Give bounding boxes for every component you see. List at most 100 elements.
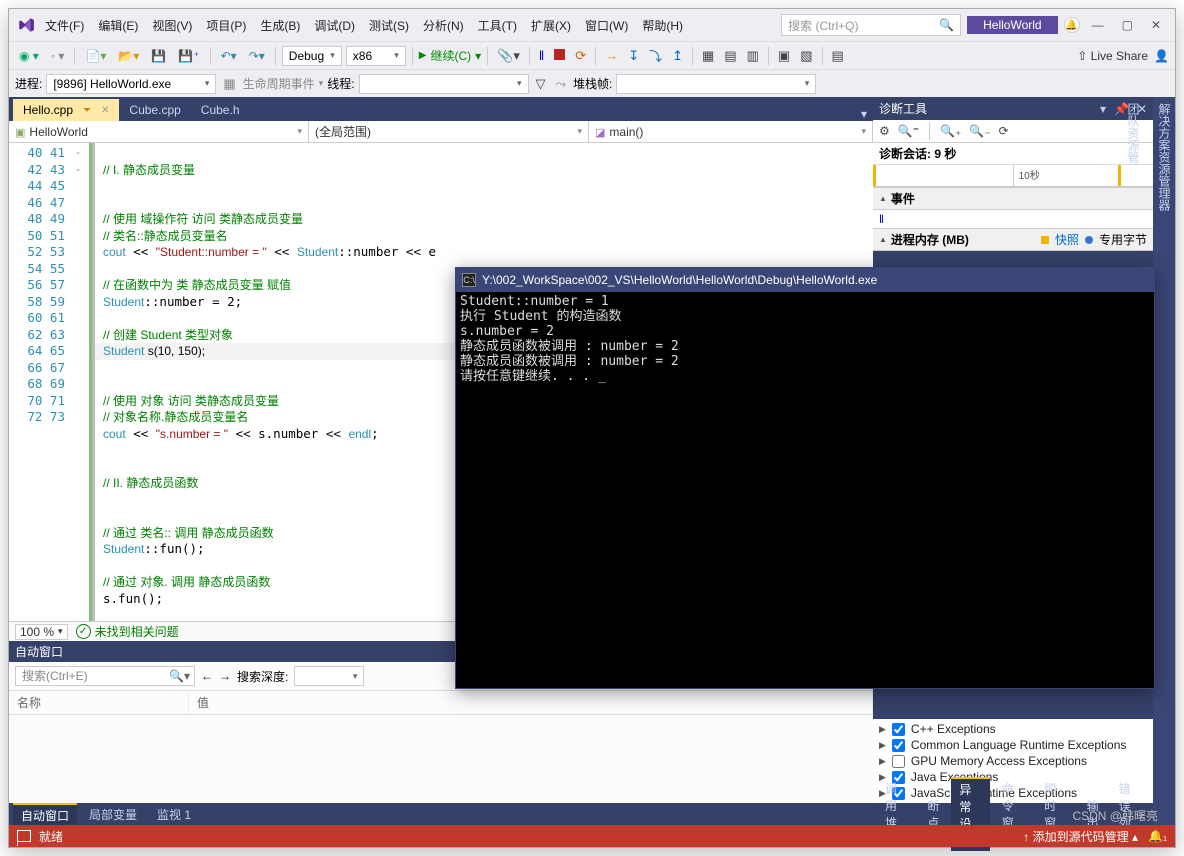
nav-back-icon[interactable]: ◉ ▾ [15, 47, 43, 65]
diag-timeline[interactable]: 10秒 [873, 165, 1153, 187]
menu-test[interactable]: 测试(S) [365, 15, 413, 36]
exception-item[interactable]: ▶GPU Memory Access Exceptions [873, 753, 1153, 769]
navigation-bar: ▣HelloWorld▾ (全局范围)▾ ◪main()▾ [9, 121, 873, 143]
save-all-icon[interactable]: 💾⁺ [174, 47, 203, 65]
menu-window[interactable]: 窗口(W) [581, 15, 632, 36]
win4-icon[interactable]: ▣ [775, 48, 793, 64]
exception-item[interactable]: ▶C++ Exceptions [873, 721, 1153, 737]
tab-cube-h[interactable]: Cube.h [191, 99, 250, 121]
tab-locals[interactable]: 局部变量 [81, 804, 145, 825]
title-bar: 文件(F) 编辑(E) 视图(V) 项目(P) 生成(B) 调试(D) 测试(S… [9, 9, 1175, 41]
live-share-button[interactable]: ⇧ Live Share [1077, 49, 1148, 63]
console-title-bar[interactable]: C:\ Y:\002_WorkSpace\002_VS\HelloWorld\H… [456, 268, 1154, 292]
step-over-icon[interactable]: ⤵ [646, 46, 665, 65]
fold-gutter[interactable]: - - [69, 143, 87, 621]
menu-view[interactable]: 视图(V) [148, 15, 196, 36]
diag-zoom-reset-icon[interactable]: 🔍⁼ [898, 124, 919, 138]
menu-analyze[interactable]: 分析(N) [419, 15, 468, 36]
menu-build[interactable]: 生成(B) [256, 15, 304, 36]
win3-icon[interactable]: ▥ [744, 48, 762, 64]
show-next-icon[interactable]: → [602, 48, 621, 63]
diag-session-label: 诊断会话: 9 秒 [873, 143, 1153, 165]
menu-edit[interactable]: 编辑(E) [94, 15, 142, 36]
vertical-tabs[interactable]: 解决方案资源管理器 团队资源管理器 [1153, 97, 1175, 825]
win5-icon[interactable]: ▧ [797, 48, 815, 64]
lifecycle-icon[interactable]: ▦ [220, 76, 238, 92]
step-out-icon[interactable]: ↥ [669, 48, 686, 64]
diag-zoom-in-icon[interactable]: 🔍₊ [940, 124, 961, 138]
thread-flag-icon[interactable]: ⤳ [553, 76, 569, 92]
main-menu: 文件(F) 编辑(E) 视图(V) 项目(P) 生成(B) 调试(D) 测试(S… [41, 15, 775, 36]
thread-filter-icon[interactable]: ▽ [533, 76, 549, 92]
attach-icon[interactable]: 📎▾ [494, 48, 523, 64]
diag-scroll-icon[interactable]: ⟳ [999, 124, 1009, 138]
notification-icon[interactable]: 🔔 [1064, 17, 1080, 33]
diag-settings-icon[interactable]: ⚙ [879, 124, 890, 138]
autos-search-input[interactable]: 搜索(Ctrl+E)🔍▾ [15, 666, 195, 686]
continue-button[interactable]: 继续(C) ▾ [419, 47, 481, 64]
menu-tools[interactable]: 工具(T) [474, 15, 521, 36]
memory-section[interactable]: 进程内存 (MB) 快照 专用字节 [873, 228, 1153, 251]
redo-icon[interactable]: ↷▾ [245, 47, 269, 65]
close-icon[interactable]: ✕ [1151, 18, 1161, 32]
new-item-icon[interactable]: 📄▾ [81, 47, 110, 65]
standard-toolbar: ◉ ▾ ◦ ▾ 📄▾ 📂▾ 💾 💾⁺ ↶▾ ↷▾ Debug▾ x86▾ 继续(… [9, 41, 1175, 69]
tab-autos[interactable]: 自动窗口 [13, 803, 77, 826]
pane-dropdown-icon[interactable]: ▾ [1100, 102, 1106, 116]
zoom-dropdown[interactable]: 100 %▾ [15, 624, 68, 640]
platform-dropdown[interactable]: x86▾ [346, 46, 406, 66]
add-to-source-control[interactable]: ↑ 添加到源代码管理 ▴ [1023, 828, 1138, 845]
tab-cube-cpp[interactable]: Cube.cpp [119, 99, 190, 121]
tabs-overflow-icon[interactable]: ▾ [861, 107, 873, 121]
menu-extensions[interactable]: 扩展(X) [527, 15, 575, 36]
member-dropdown[interactable]: ◪main()▾ [589, 121, 873, 142]
minimize-icon[interactable]: — [1092, 18, 1104, 32]
close-tab-icon[interactable]: ✕ [101, 105, 109, 116]
stackframe-dropdown[interactable]: ▾ [616, 74, 816, 94]
menu-file[interactable]: 文件(F) [41, 15, 88, 36]
autos-col-name[interactable]: 名称 [9, 691, 189, 714]
line-gutter: 40 41 42 43 44 45 46 47 48 49 50 51 52 5… [9, 143, 69, 621]
global-search-input[interactable]: 搜索 (Ctrl+Q) 🔍 [781, 14, 961, 36]
console-window[interactable]: C:\ Y:\002_WorkSpace\002_VS\HelloWorld\H… [455, 267, 1155, 689]
autos-col-value[interactable]: 值 [189, 691, 873, 714]
menu-debug[interactable]: 调试(D) [310, 15, 359, 36]
tab-hello-cpp[interactable]: Hello.cpp ⏷ ✕ [13, 99, 119, 121]
notifications-icon[interactable]: 🔔₁ [1148, 829, 1167, 843]
open-icon[interactable]: 📂▾ [114, 47, 143, 65]
win1-icon[interactable]: ▦ [699, 48, 717, 64]
diagnostics-header[interactable]: 诊断工具 ▾📌✕ [873, 97, 1153, 120]
nav-fwd-icon[interactable]: ◦ ▾ [47, 47, 69, 65]
pause-icon[interactable]: ‖ [536, 48, 547, 63]
stop-icon[interactable] [551, 48, 568, 63]
thread-dropdown[interactable]: ▾ [359, 74, 529, 94]
watermark: CSDN @韩曙亮 [1072, 807, 1158, 824]
menu-project[interactable]: 项目(P) [202, 15, 250, 36]
tab-watch1[interactable]: 监视 1 [149, 804, 199, 825]
diag-zoom-out-icon[interactable]: 🔍₋ [969, 124, 990, 138]
account-icon[interactable]: 👤 [1154, 49, 1169, 63]
config-dropdown[interactable]: Debug▾ [282, 46, 342, 66]
status-ready: 就绪 [39, 828, 63, 845]
menu-help[interactable]: 帮助(H) [638, 15, 687, 36]
lifecycle-label: 生命周期事件 [243, 75, 315, 92]
search-next-icon[interactable]: → [219, 669, 231, 683]
maximize-icon[interactable]: ▢ [1122, 18, 1133, 32]
process-dropdown[interactable]: [9896] HelloWorld.exe▾ [46, 74, 216, 94]
restart-icon[interactable]: ⟳ [572, 48, 589, 64]
search-depth-dropdown[interactable]: ▾ [294, 666, 364, 686]
search-prev-icon[interactable]: ← [201, 669, 213, 683]
save-icon[interactable]: 💾 [147, 47, 170, 65]
win2-icon[interactable]: ▤ [721, 48, 739, 64]
pin-icon[interactable]: ⏷ [83, 105, 91, 116]
vtab-solution-explorer[interactable]: 解决方案资源管理器 [1156, 103, 1173, 819]
issues-indicator[interactable]: 未找到相关问题 [76, 623, 179, 640]
step-into-icon[interactable]: ↧ [625, 48, 642, 64]
events-section[interactable]: 事件 [873, 187, 1153, 210]
undo-icon[interactable]: ↶▾ [217, 47, 241, 65]
pause-event-icon: ‖ [879, 212, 884, 226]
win6-icon[interactable]: ▤ [829, 48, 847, 64]
scope-dropdown[interactable]: ▣HelloWorld▾ [9, 121, 309, 142]
context-dropdown[interactable]: (全局范围)▾ [309, 121, 589, 142]
exception-item[interactable]: ▶Common Language Runtime Exceptions [873, 737, 1153, 753]
